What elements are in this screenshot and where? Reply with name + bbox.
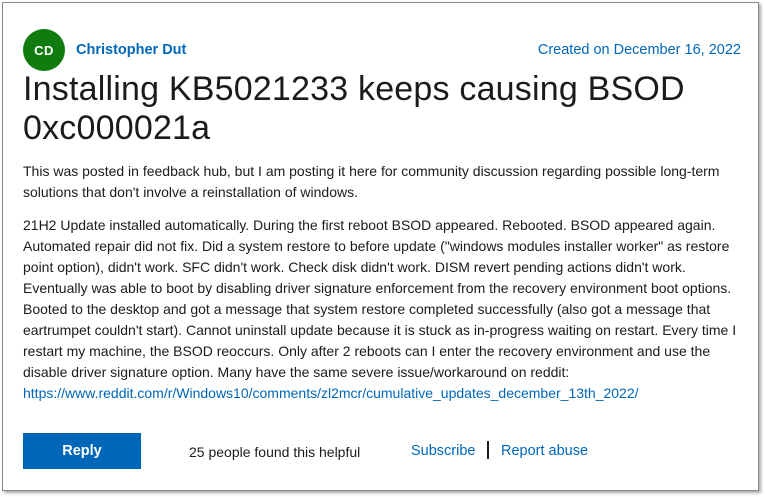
reply-button[interactable]: Reply	[23, 433, 141, 469]
body-paragraph-2: 21H2 Update installed automatically. Dur…	[23, 215, 747, 404]
body-paragraph-1: This was posted in feedback hub, but I a…	[23, 163, 720, 200]
avatar[interactable]: CD	[23, 29, 65, 71]
body-paragraph-2-text: 21H2 Update installed automatically. Dur…	[23, 217, 737, 380]
report-abuse-link[interactable]: Report abuse	[501, 443, 588, 459]
post-footer: Reply 25 people found this helpful Subsc…	[23, 433, 743, 471]
helpful-count: 25 people found this helpful	[189, 444, 361, 460]
reddit-link[interactable]: https://www.reddit.com/r/Windows10/comme…	[23, 385, 639, 401]
created-date: Created on December 16, 2022	[537, 42, 741, 58]
question-card: CD Christopher Dut Created on December 1…	[2, 2, 759, 491]
post-body: This was posted in feedback hub, but I a…	[23, 161, 747, 416]
divider	[487, 441, 489, 459]
post-header: CD Christopher Dut Created on December 1…	[23, 29, 741, 73]
subscribe-link[interactable]: Subscribe	[411, 443, 475, 459]
page-title: Installing KB5021233 keeps causing BSOD …	[23, 70, 685, 147]
author-link[interactable]: Christopher Dut	[76, 42, 186, 58]
